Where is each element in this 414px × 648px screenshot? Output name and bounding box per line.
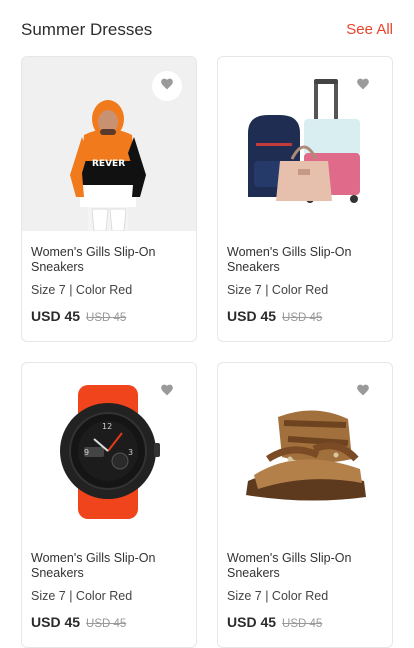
wishlist-button[interactable] (152, 377, 182, 407)
svg-text:12: 12 (102, 422, 112, 431)
product-meta: Size 7 | Color Red (227, 283, 329, 297)
heart-icon (160, 383, 174, 401)
product-meta: Size 7 | Color Red (31, 283, 133, 297)
product-old-price: USD 45 (86, 312, 127, 324)
svg-text:9: 9 (84, 448, 89, 457)
product-card[interactable]: Women's Gills Slip-On Sneakers Size 7 | … (217, 362, 393, 648)
product-name[interactable]: Women's Gills Slip-On Sneakers (227, 551, 387, 581)
wishlist-button[interactable] (152, 71, 182, 101)
heart-icon (356, 383, 370, 401)
heart-icon (160, 77, 174, 95)
product-price: USD 45 (31, 308, 81, 324)
product-meta: Size 7 | Color Red (227, 589, 329, 603)
product-old-price: USD 45 (86, 618, 127, 630)
product-old-price: USD 45 (282, 312, 323, 324)
product-price: USD 45 (227, 614, 277, 630)
see-all-link[interactable]: See All (346, 21, 393, 38)
heart-icon (356, 77, 370, 95)
product-price: USD 45 (227, 308, 277, 324)
section-header: Summer Dresses See All (21, 18, 393, 42)
product-name[interactable]: Women's Gills Slip-On Sneakers (227, 245, 387, 275)
product-card[interactable]: REVER Women's Gills Slip-On Sneakers Siz… (21, 56, 197, 342)
product-name[interactable]: Women's Gills Slip-On Sneakers (31, 551, 191, 581)
wishlist-button[interactable] (348, 71, 378, 101)
product-card[interactable]: Women's Gills Slip-On Sneakers Size 7 | … (217, 56, 393, 342)
svg-text:REVER: REVER (92, 159, 125, 169)
product-name[interactable]: Women's Gills Slip-On Sneakers (31, 245, 191, 275)
svg-text:3: 3 (128, 448, 133, 457)
product-old-price: USD 45 (282, 618, 323, 630)
section-title: Summer Dresses (21, 20, 153, 39)
wishlist-button[interactable] (348, 377, 378, 407)
product-price: USD 45 (31, 614, 81, 630)
product-card[interactable]: 12 9 3 Women's Gills Slip-On Sneakers Si… (21, 362, 197, 648)
product-meta: Size 7 | Color Red (31, 589, 133, 603)
